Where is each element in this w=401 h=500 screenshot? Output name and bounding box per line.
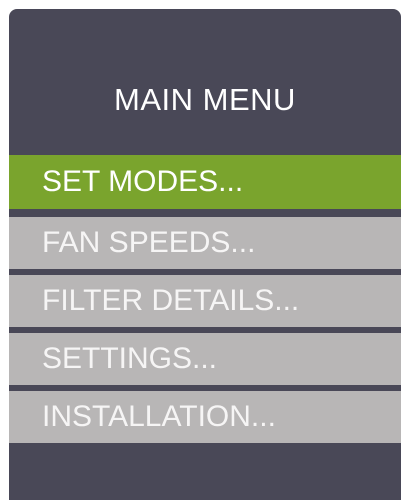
- menu-item-filter-details[interactable]: FILTER DETAILS...: [9, 275, 401, 327]
- main-menu-panel: MAIN MENU SET MODES... FAN SPEEDS... FIL…: [9, 9, 401, 500]
- menu-title: MAIN MENU: [114, 82, 296, 117]
- menu-item-set-modes[interactable]: SET MODES...: [9, 155, 401, 209]
- menu-item-installation[interactable]: INSTALLATION...: [9, 391, 401, 443]
- menu-item-settings[interactable]: SETTINGS...: [9, 333, 401, 385]
- menu-item-fan-speeds[interactable]: FAN SPEEDS...: [9, 217, 401, 269]
